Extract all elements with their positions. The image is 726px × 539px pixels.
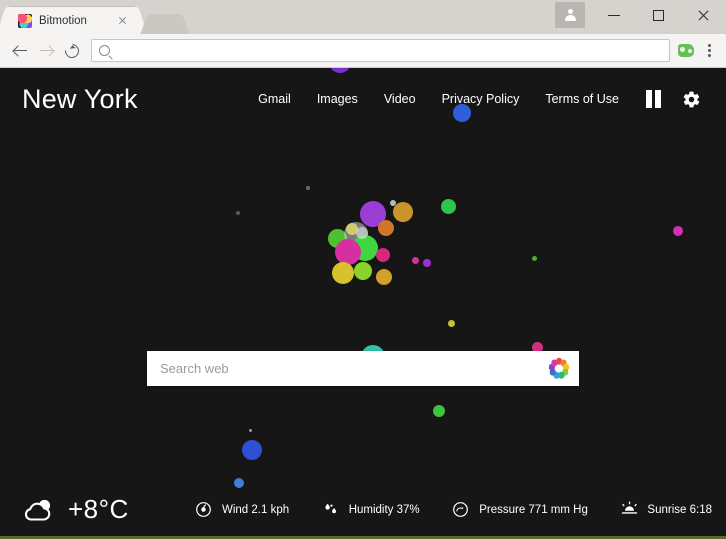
weather-current: +8°C [22,494,187,525]
bubble [378,220,394,236]
search-icon [99,45,110,56]
bubble [354,262,372,280]
bubble [393,202,413,222]
page-header: New York Gmail Images Video Privacy Poli… [0,68,726,130]
gear-icon [682,90,701,109]
humidity-icon [322,501,340,519]
weather-stat-sunrise-label: Sunrise 6:18 [647,503,712,516]
bubble [248,428,252,432]
nav-link-terms-of-use[interactable]: Terms of Use [532,88,632,110]
weather-stat-pressure-label: Pressure 771 mm Hg [479,503,588,516]
window-controls [555,0,726,30]
browser-titlebar: Bitmotion [0,0,726,34]
nav-link-gmail[interactable]: Gmail [245,88,304,110]
person-icon [564,8,577,22]
bubble [376,269,392,285]
browser-menu-button[interactable] [699,39,719,63]
search-input[interactable] [160,361,548,376]
address-bar[interactable] [91,39,670,62]
close-window-button[interactable] [681,0,726,30]
weather-stat-humidity: Humidity 37% [322,501,420,519]
bubble [423,259,431,267]
wind-icon [195,501,213,519]
arrow-left-icon [13,44,27,57]
weather-stat-humidity-label: Humidity 37% [348,503,420,516]
pause-icon [645,90,661,108]
pressure-icon [452,501,470,519]
nav-link-video[interactable]: Video [371,88,429,110]
back-button[interactable] [7,38,33,64]
search-box[interactable] [147,351,579,386]
bubble [376,248,390,262]
bubble [327,228,347,248]
account-icon[interactable] [555,2,585,28]
page-title: New York [22,83,138,114]
settings-button[interactable] [674,84,708,114]
cloud-sun-icon [22,497,56,523]
bubble [335,239,361,265]
bubble [440,198,456,214]
bitmotion-favicon-icon [18,13,32,28]
bubble [236,211,240,215]
bubble [531,255,537,261]
reload-icon [62,40,82,61]
tab-close-icon[interactable] [115,13,130,28]
bubble [346,223,358,235]
browser-window: Bitmotion New York Gmail Images Video Pr… [0,0,726,539]
arrow-right-icon [39,44,53,57]
nav-link-images[interactable]: Images [304,88,371,110]
reload-button[interactable] [59,38,85,64]
weather-stat-wind: Wind 2.1 kph [195,501,289,519]
bubble-animation-canvas [0,68,726,539]
weather-stats: Wind 2.1 kph Humidity 37% Pressure 771 m… [187,501,712,519]
top-navigation: Gmail Images Video Privacy Policy Terms … [245,84,708,114]
sunrise-icon [620,501,638,519]
bubble [447,319,455,327]
bubble [356,227,368,239]
bubble [332,262,354,284]
bubble [352,235,378,261]
search-area [147,351,579,386]
bubble [344,222,368,246]
minimize-button[interactable] [591,0,636,30]
pause-button[interactable] [636,84,670,114]
browser-tab[interactable]: Bitmotion [8,7,136,34]
weather-stat-sunrise: Sunrise 6:18 [620,501,712,519]
bubble [433,405,445,417]
bubble [242,440,262,460]
weather-stat-wind-label: Wind 2.1 kph [222,503,290,516]
temperature-value: +8°C [68,494,129,524]
new-tab-button[interactable] [150,14,180,34]
forward-button[interactable] [33,38,59,64]
bubble [673,226,683,236]
bitmotion-logo-icon[interactable] [548,358,570,380]
weather-stat-pressure: Pressure 771 mm Hg [452,501,588,519]
tab-title: Bitmotion [39,14,87,27]
extension-icon[interactable] [675,40,697,62]
bubble [390,200,396,206]
weather-bar: +8°C Wind 2.1 kph Humidity 37% Pressure … [0,483,726,539]
new-tab-page: New York Gmail Images Video Privacy Poli… [0,68,726,539]
bubble [360,201,386,227]
bubble [411,256,419,264]
nav-link-privacy-policy[interactable]: Privacy Policy [429,88,533,110]
browser-toolbar [0,34,726,68]
maximize-button[interactable] [636,0,681,30]
tab-strip: Bitmotion [0,0,180,34]
bubble [306,186,310,190]
